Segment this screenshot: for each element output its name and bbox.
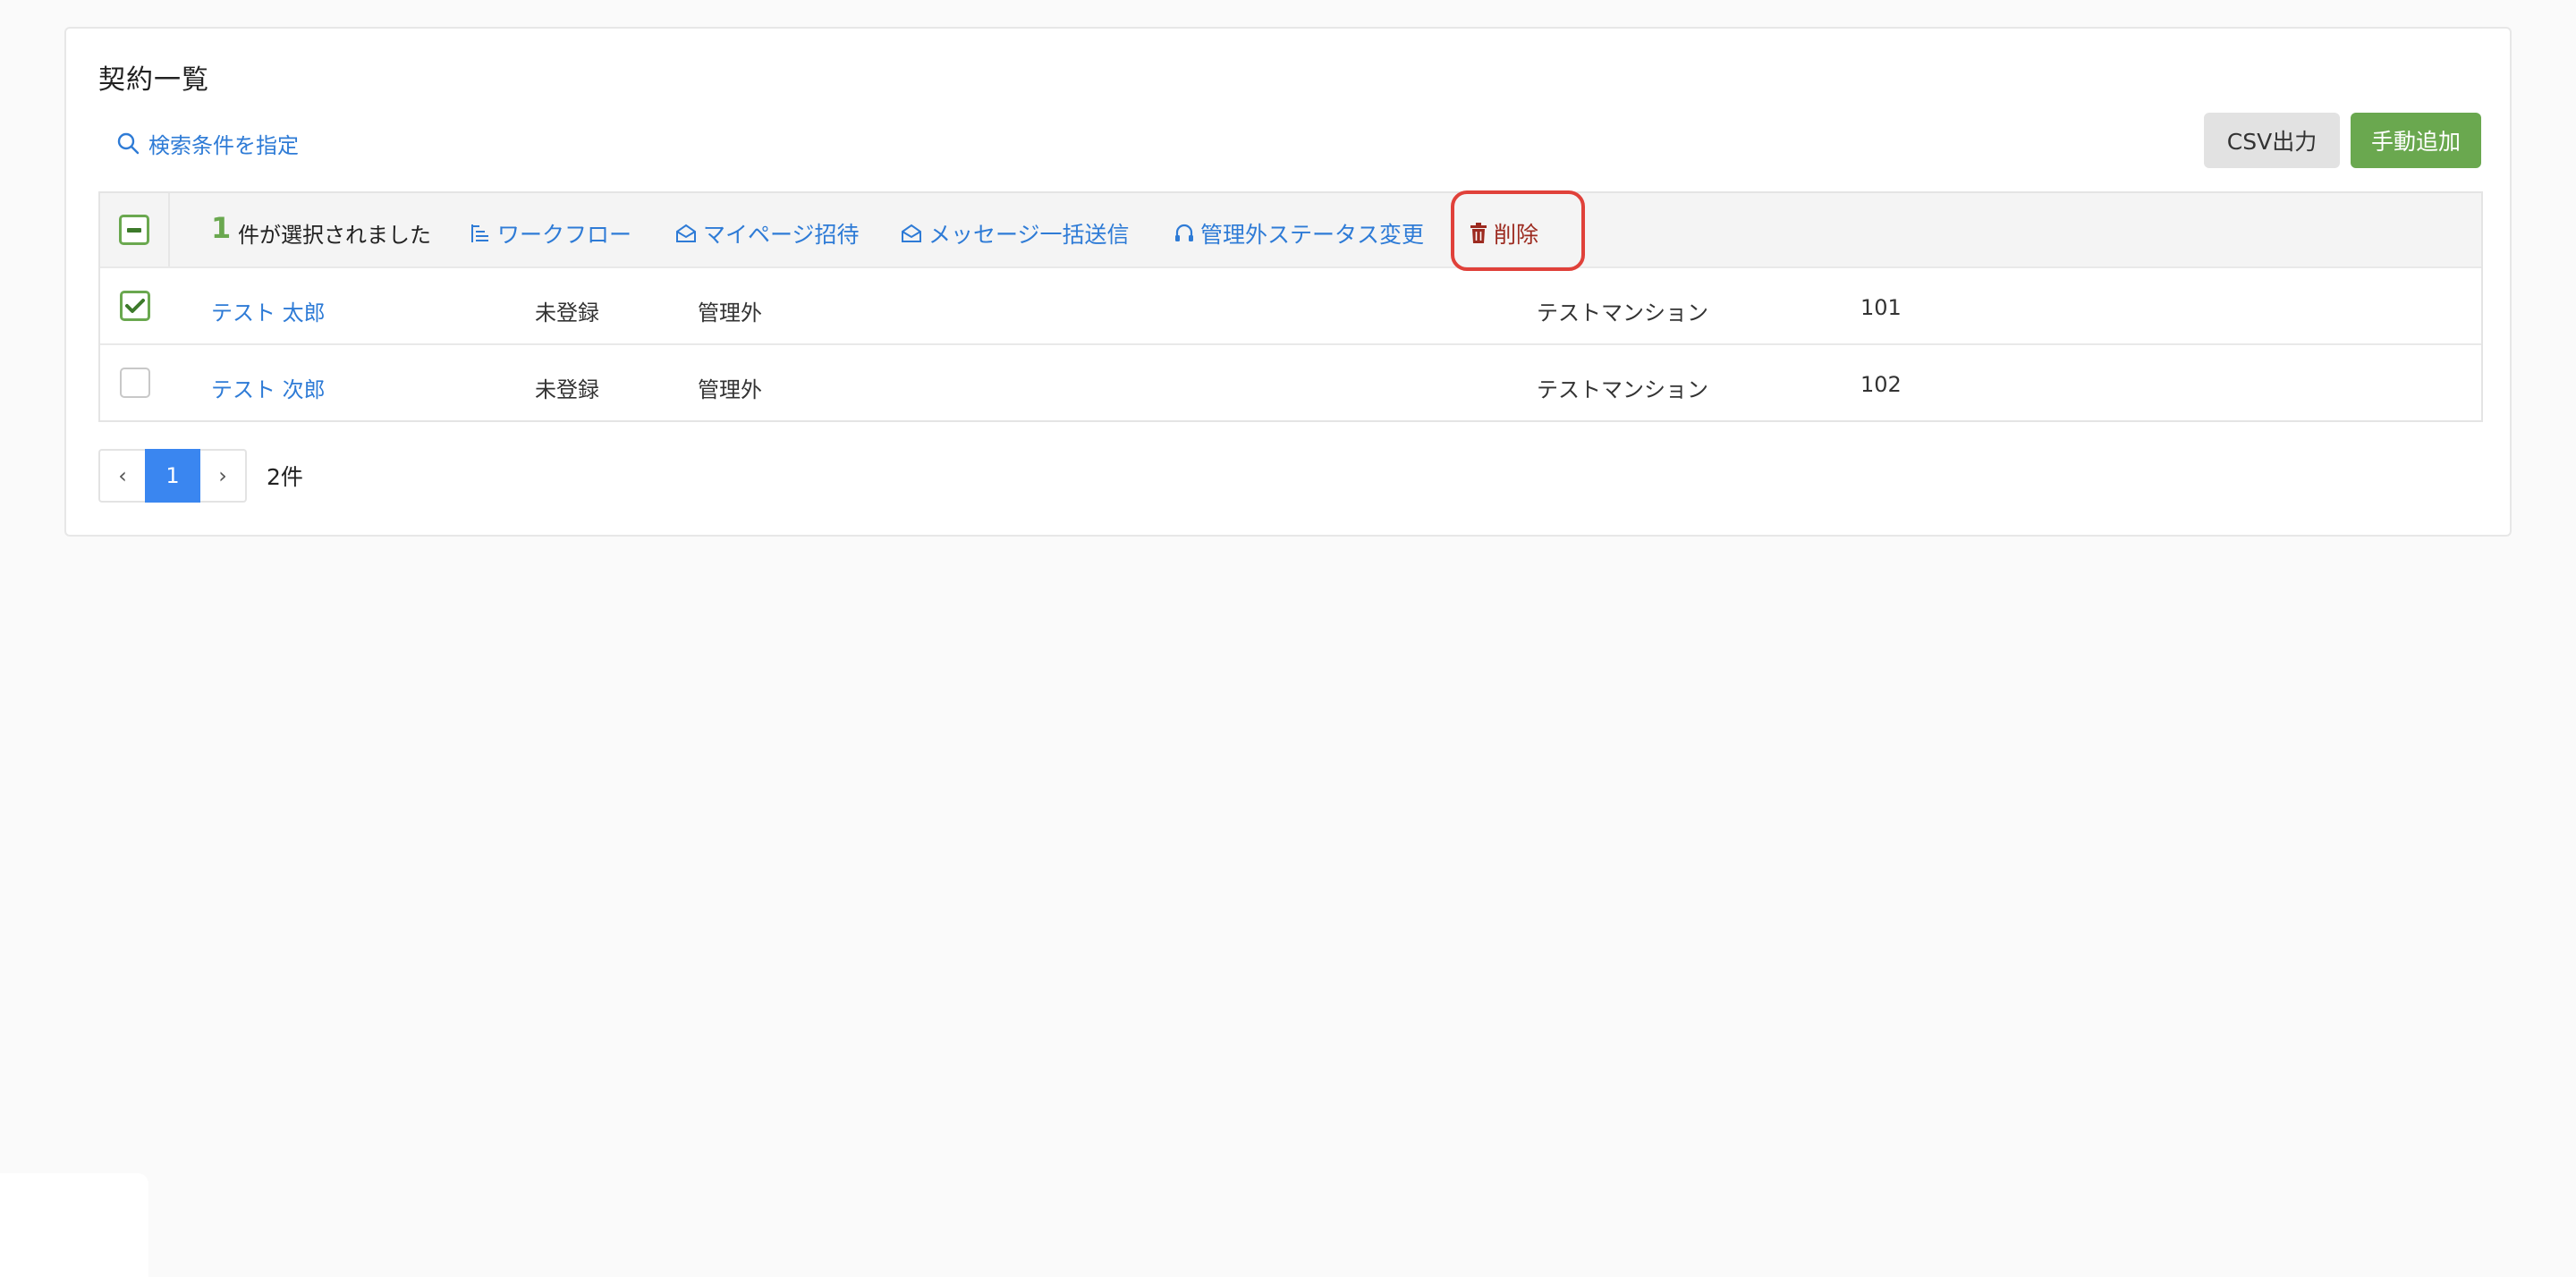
selected-count: 1: [211, 211, 232, 245]
select-all-cell: [100, 193, 170, 266]
contract-name-link[interactable]: テスト 次郎: [211, 372, 326, 403]
management-status: 管理外: [698, 300, 762, 326]
bulk-message-label: メッセージ一括送信: [928, 222, 1130, 248]
mypage-invite-label: マイページ招待: [703, 222, 860, 248]
select-all-checkbox[interactable]: [119, 215, 149, 245]
table-row[interactable]: テスト 太郎 未登録 管理外 テストマンション 101: [100, 266, 2481, 343]
bulk-message-action[interactable]: メッセージ一括送信: [900, 217, 1130, 249]
headset-icon: [1175, 224, 1193, 241]
trash-icon: [1470, 223, 1487, 243]
registration-status: 未登録: [535, 377, 599, 402]
envelope-open-icon: [902, 224, 921, 242]
room-number: 101: [1860, 295, 1902, 320]
total-count: 2件: [267, 464, 303, 490]
property-name: テストマンション: [1537, 300, 1708, 326]
status-change-label: 管理外ステータス変更: [1200, 222, 1425, 248]
property-name: テストマンション: [1537, 377, 1708, 402]
selection-bar: 1 件が選択されました ワークフロー マイページ招待 メッセージ一括送信 管理外…: [100, 193, 2481, 266]
room-number: 102: [1860, 372, 1902, 397]
mypage-invite-action[interactable]: マイページ招待: [674, 217, 860, 249]
row-checkbox[interactable]: [120, 368, 150, 398]
delete-action[interactable]: 削除: [1469, 217, 1538, 249]
row-checkbox[interactable]: [120, 291, 150, 321]
registration-status: 未登録: [535, 300, 599, 326]
workflow-label: ワークフロー: [497, 222, 632, 248]
search-icon: [117, 132, 140, 155]
workflow-action[interactable]: ワークフロー: [469, 217, 631, 249]
page-title: 契約一覧: [98, 64, 209, 96]
selected-text: 件が選択されました: [238, 223, 431, 248]
search-link-label: 検索条件を指定: [148, 132, 299, 158]
pagination: ‹ 1 › 2件: [98, 449, 303, 503]
manual-add-button[interactable]: 手動追加: [2351, 113, 2481, 168]
row-checkbox-cell: [100, 268, 170, 343]
checkmark-icon: [125, 299, 145, 313]
prev-page-button[interactable]: ‹: [98, 449, 145, 503]
contract-list-card: 契約一覧 検索条件を指定 CSV出力 手動追加 1 件が選択されました ワークフ…: [64, 27, 2512, 537]
workflow-icon: [471, 224, 488, 242]
contract-table: 1 件が選択されました ワークフロー マイページ招待 メッセージ一括送信 管理外…: [98, 191, 2483, 422]
envelope-open-icon: [676, 224, 696, 242]
management-status: 管理外: [698, 377, 762, 402]
delete-label: 削除: [1494, 222, 1539, 248]
table-row[interactable]: テスト 次郎 未登録 管理外 テストマンション 102: [100, 343, 2481, 420]
page-1-button[interactable]: 1: [145, 449, 200, 503]
next-page-button[interactable]: ›: [200, 449, 247, 503]
row-checkbox-cell: [100, 345, 170, 420]
csv-export-button[interactable]: CSV出力: [2204, 113, 2340, 168]
search-conditions-link[interactable]: 検索条件を指定: [116, 125, 299, 161]
corner-panel: [0, 1173, 148, 1277]
status-change-action[interactable]: 管理外ステータス変更: [1174, 217, 1424, 249]
contract-name-link[interactable]: テスト 太郎: [211, 295, 326, 326]
